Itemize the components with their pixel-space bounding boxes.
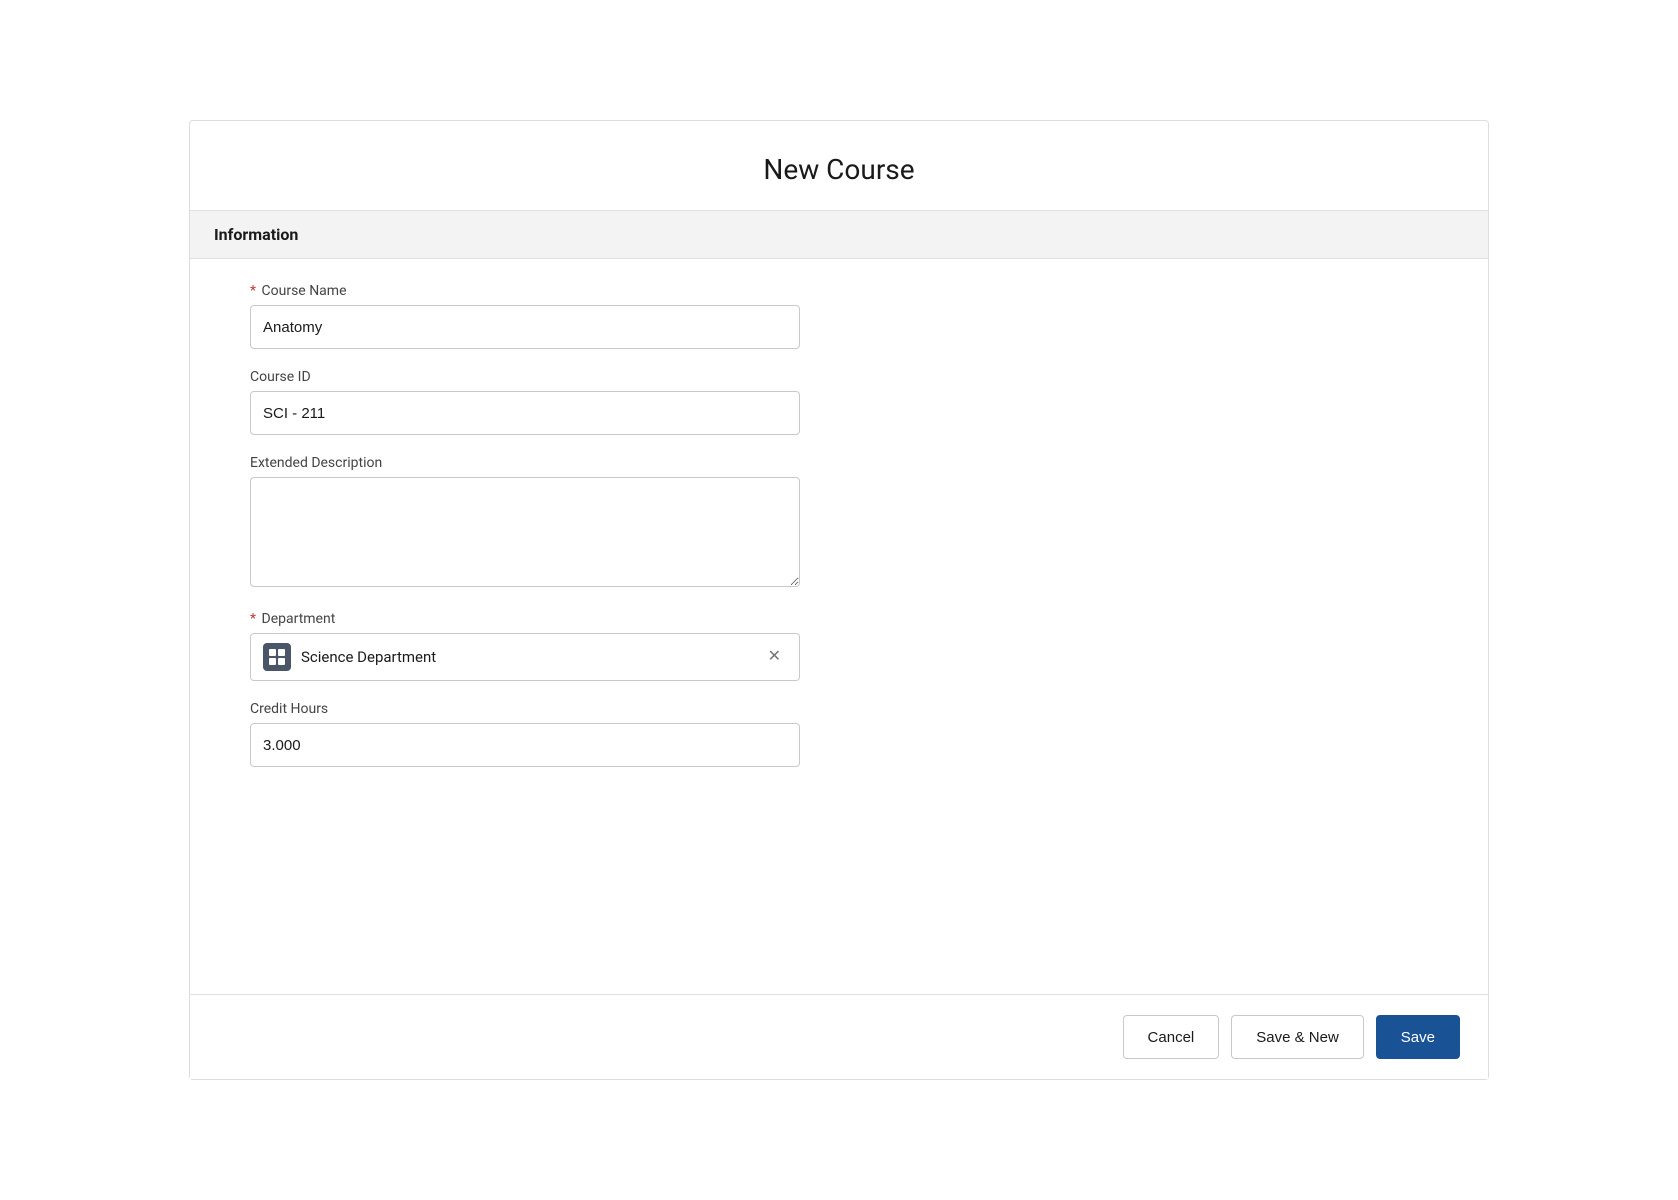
extended-description-group: Extended Description: [250, 455, 1428, 591]
credit-hours-group: Credit Hours: [250, 701, 1428, 767]
modal: New Course Information * Course Name Cou…: [189, 120, 1489, 1080]
section-header: Information: [190, 210, 1488, 259]
required-star-name: *: [250, 283, 256, 299]
section-title: Information: [214, 225, 298, 244]
course-name-label: * Course Name: [250, 283, 1428, 299]
course-id-group: Course ID: [250, 369, 1428, 435]
department-field[interactable]: Science Department ✕: [250, 633, 800, 681]
department-left: Science Department: [263, 643, 436, 671]
dept-icon-grid: [269, 649, 285, 665]
credit-hours-input[interactable]: [250, 723, 800, 767]
modal-footer: Cancel Save & New Save: [190, 994, 1488, 1079]
extended-description-label: Extended Description: [250, 455, 1428, 471]
extended-description-input[interactable]: [250, 477, 800, 587]
form-body: * Course Name Course ID Extended Descrip…: [190, 259, 1488, 994]
save-button[interactable]: Save: [1376, 1015, 1460, 1059]
department-clear-button[interactable]: ✕: [762, 647, 787, 667]
course-name-group: * Course Name: [250, 283, 1428, 349]
course-name-input[interactable]: [250, 305, 800, 349]
cancel-button[interactable]: Cancel: [1123, 1015, 1220, 1059]
course-id-input[interactable]: [250, 391, 800, 435]
department-group: * Department Science Department ✕: [250, 611, 1428, 681]
required-star-dept: *: [250, 611, 256, 627]
modal-header: New Course: [190, 121, 1488, 210]
course-id-label: Course ID: [250, 369, 1428, 385]
save-new-button[interactable]: Save & New: [1231, 1015, 1364, 1059]
modal-title: New Course: [214, 153, 1464, 186]
credit-hours-label: Credit Hours: [250, 701, 1428, 717]
department-value: Science Department: [301, 648, 436, 666]
department-icon: [263, 643, 291, 671]
department-label: * Department: [250, 611, 1428, 627]
